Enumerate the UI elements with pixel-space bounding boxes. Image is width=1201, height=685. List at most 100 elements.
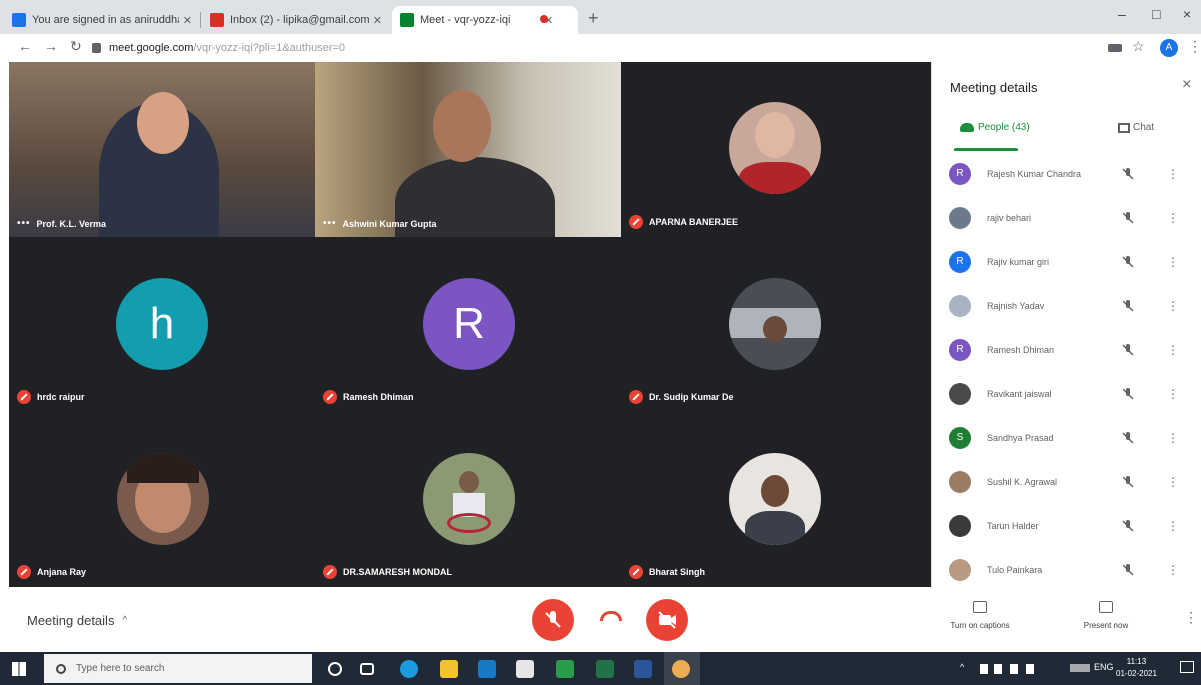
notification-icon[interactable]	[1180, 661, 1194, 673]
mic-toggle-button[interactable]	[532, 599, 574, 641]
browser-tab-meet[interactable]: Meet - vqr-yozz-iqi ✕	[392, 6, 578, 34]
avatar	[949, 295, 971, 317]
participant-tile-6[interactable]: Dr. Sudip Kumar De	[621, 237, 927, 412]
mail-icon[interactable]	[478, 660, 496, 678]
more-options-icon[interactable]: ⋮	[1167, 563, 1179, 577]
camera-toggle-button[interactable]	[646, 599, 688, 641]
windows-start-icon[interactable]	[12, 662, 26, 676]
participant-tile-3[interactable]: APARNA BANERJEE	[621, 62, 927, 237]
address-bar: ← → ↻ meet.google.com /vqr-yozz-iqi?pli=…	[0, 34, 1201, 62]
list-item[interactable]: R Rajiv kumar giri ⋮	[932, 240, 1201, 284]
tray-icons[interactable]	[980, 664, 1040, 674]
cortana-icon[interactable]	[328, 662, 342, 676]
more-options-icon[interactable]: ⋮	[1167, 519, 1179, 533]
captions-button[interactable]: Turn on captions	[935, 601, 1025, 630]
language-indicator[interactable]: ENG	[1094, 662, 1114, 672]
close-icon[interactable]: ×	[1182, 76, 1191, 94]
mic-off-icon	[1122, 520, 1134, 532]
star-icon[interactable]: ☆	[1132, 38, 1145, 55]
browser-menu-icon[interactable]: ⋮	[1188, 38, 1201, 55]
gmail-icon	[210, 13, 224, 27]
participant-tile-2[interactable]: ••• Ashwini Kumar Gupta	[315, 62, 621, 237]
more-options-icon[interactable]: ⋮	[1167, 475, 1179, 489]
list-item[interactable]: Sushil K. Agrawal ⋮	[932, 460, 1201, 504]
people-list[interactable]: R Rajesh Kumar Chandra ⋮ rajiv behari ⋮ …	[932, 152, 1201, 587]
browser-tab-2[interactable]: Inbox (2) - lipika@gmail.com ✕	[202, 6, 390, 34]
person-name: Sushil K. Agrawal	[987, 477, 1058, 487]
more-options-icon[interactable]: ⋮	[1167, 211, 1179, 225]
mic-off-icon	[17, 390, 31, 404]
more-options-icon[interactable]: ⋮	[1184, 609, 1198, 626]
browser-tab-1[interactable]: You are signed in as aniruddha@... ✕	[4, 6, 200, 34]
participant-tile-1[interactable]: ••• Prof. K.L. Verma	[9, 62, 315, 237]
participant-grid: ••• Prof. K.L. Verma ••• Ashwini Kumar G…	[9, 62, 931, 587]
more-options-icon[interactable]: ⋮	[1167, 431, 1179, 445]
participant-tile-9[interactable]: Bharat Singh	[621, 412, 927, 587]
participant-name: Ramesh Dhiman	[323, 390, 414, 404]
list-item[interactable]: rajiv behari ⋮	[932, 196, 1201, 240]
list-item[interactable]: Ravikant jaiswal ⋮	[932, 372, 1201, 416]
recording-indicator-icon	[540, 15, 548, 23]
close-tab-icon[interactable]: ✕	[183, 14, 192, 27]
participant-name: Anjana Ray	[17, 565, 86, 579]
participant-name: DR.SAMARESH MONDAL	[323, 565, 452, 579]
lock-icon	[92, 43, 101, 53]
list-item[interactable]: R Ramesh Dhiman ⋮	[932, 328, 1201, 372]
profile-avatar[interactable]: A	[1160, 39, 1178, 57]
more-options-icon[interactable]: ⋮	[1167, 387, 1179, 401]
list-item[interactable]: Rajnish Yadav ⋮	[932, 284, 1201, 328]
list-item[interactable]: Tarun Halder ⋮	[932, 504, 1201, 548]
app-icon[interactable]	[556, 660, 574, 678]
taskbar-search-input[interactable]: Type here to search	[44, 654, 312, 683]
task-view-icon[interactable]	[360, 663, 374, 675]
participant-photo	[423, 453, 515, 545]
tab-chat[interactable]: Chat	[1118, 122, 1154, 133]
participant-name: Dr. Sudip Kumar De	[629, 390, 734, 404]
tray-chevron-icon[interactable]: ^	[960, 662, 964, 672]
participant-tile-5[interactable]: R Ramesh Dhiman	[315, 237, 621, 412]
present-now-button[interactable]: Present now	[1061, 601, 1151, 630]
word-icon[interactable]	[634, 660, 652, 678]
more-options-icon[interactable]: ⋮	[1167, 167, 1179, 181]
tab-people[interactable]: People (43)	[960, 122, 1030, 133]
new-tab-button[interactable]: +	[588, 8, 599, 29]
more-options-icon[interactable]: •••	[323, 218, 337, 229]
tab-divider	[200, 12, 201, 28]
url-field[interactable]: meet.google.com /vqr-yozz-iqi?pli=1&auth…	[92, 37, 1092, 59]
list-item[interactable]: S Sandhya Prasad ⋮	[932, 416, 1201, 460]
mic-off-icon	[1122, 212, 1134, 224]
excel-icon[interactable]	[596, 660, 614, 678]
participant-tile-7[interactable]: Anjana Ray	[9, 412, 315, 587]
back-arrow-icon[interactable]: ←	[18, 38, 32, 54]
more-options-icon[interactable]: ⋮	[1167, 343, 1179, 357]
panel-title: Meeting details	[950, 80, 1038, 95]
mic-off-icon	[629, 215, 643, 229]
camera-indicator-icon[interactable]	[1108, 44, 1122, 52]
close-window-button[interactable]: ×	[1183, 6, 1191, 22]
edge-icon[interactable]	[400, 660, 418, 678]
maximize-button[interactable]: □	[1152, 6, 1160, 22]
participant-tile-8[interactable]: DR.SAMARESH MONDAL	[315, 412, 621, 587]
volume-icon[interactable]	[1070, 664, 1090, 672]
person-name: Rajnish Yadav	[987, 301, 1045, 311]
windows-taskbar: Type here to search ^ ENG 11:13 01-02-20…	[0, 652, 1201, 685]
forward-arrow-icon[interactable]: →	[44, 38, 58, 54]
close-tab-icon[interactable]: ✕	[373, 14, 382, 27]
meeting-details-button[interactable]: Meeting details ^	[27, 613, 127, 628]
hang-up-button[interactable]	[600, 611, 622, 621]
list-item[interactable]: R Rajesh Kumar Chandra ⋮	[932, 152, 1201, 196]
file-explorer-icon[interactable]	[440, 660, 458, 678]
taskbar-clock[interactable]: 11:13 01-02-2021	[1116, 656, 1157, 680]
camera-off-icon	[658, 611, 676, 629]
more-options-icon[interactable]: ⋮	[1167, 255, 1179, 269]
tab-title: Inbox (2) - lipika@gmail.com	[230, 14, 369, 26]
more-options-icon[interactable]: ⋮	[1167, 299, 1179, 313]
reload-icon[interactable]: ↻	[70, 38, 82, 55]
participant-tile-4[interactable]: h hrdc raipur	[9, 237, 315, 412]
minimize-button[interactable]: –	[1118, 6, 1126, 22]
more-options-icon[interactable]: •••	[17, 218, 31, 229]
store-icon[interactable]	[516, 660, 534, 678]
person-name: Rajiv kumar giri	[987, 257, 1050, 267]
list-item[interactable]: Tulo Painkara ⋮	[932, 548, 1201, 587]
participant-name: hrdc raipur	[17, 390, 85, 404]
